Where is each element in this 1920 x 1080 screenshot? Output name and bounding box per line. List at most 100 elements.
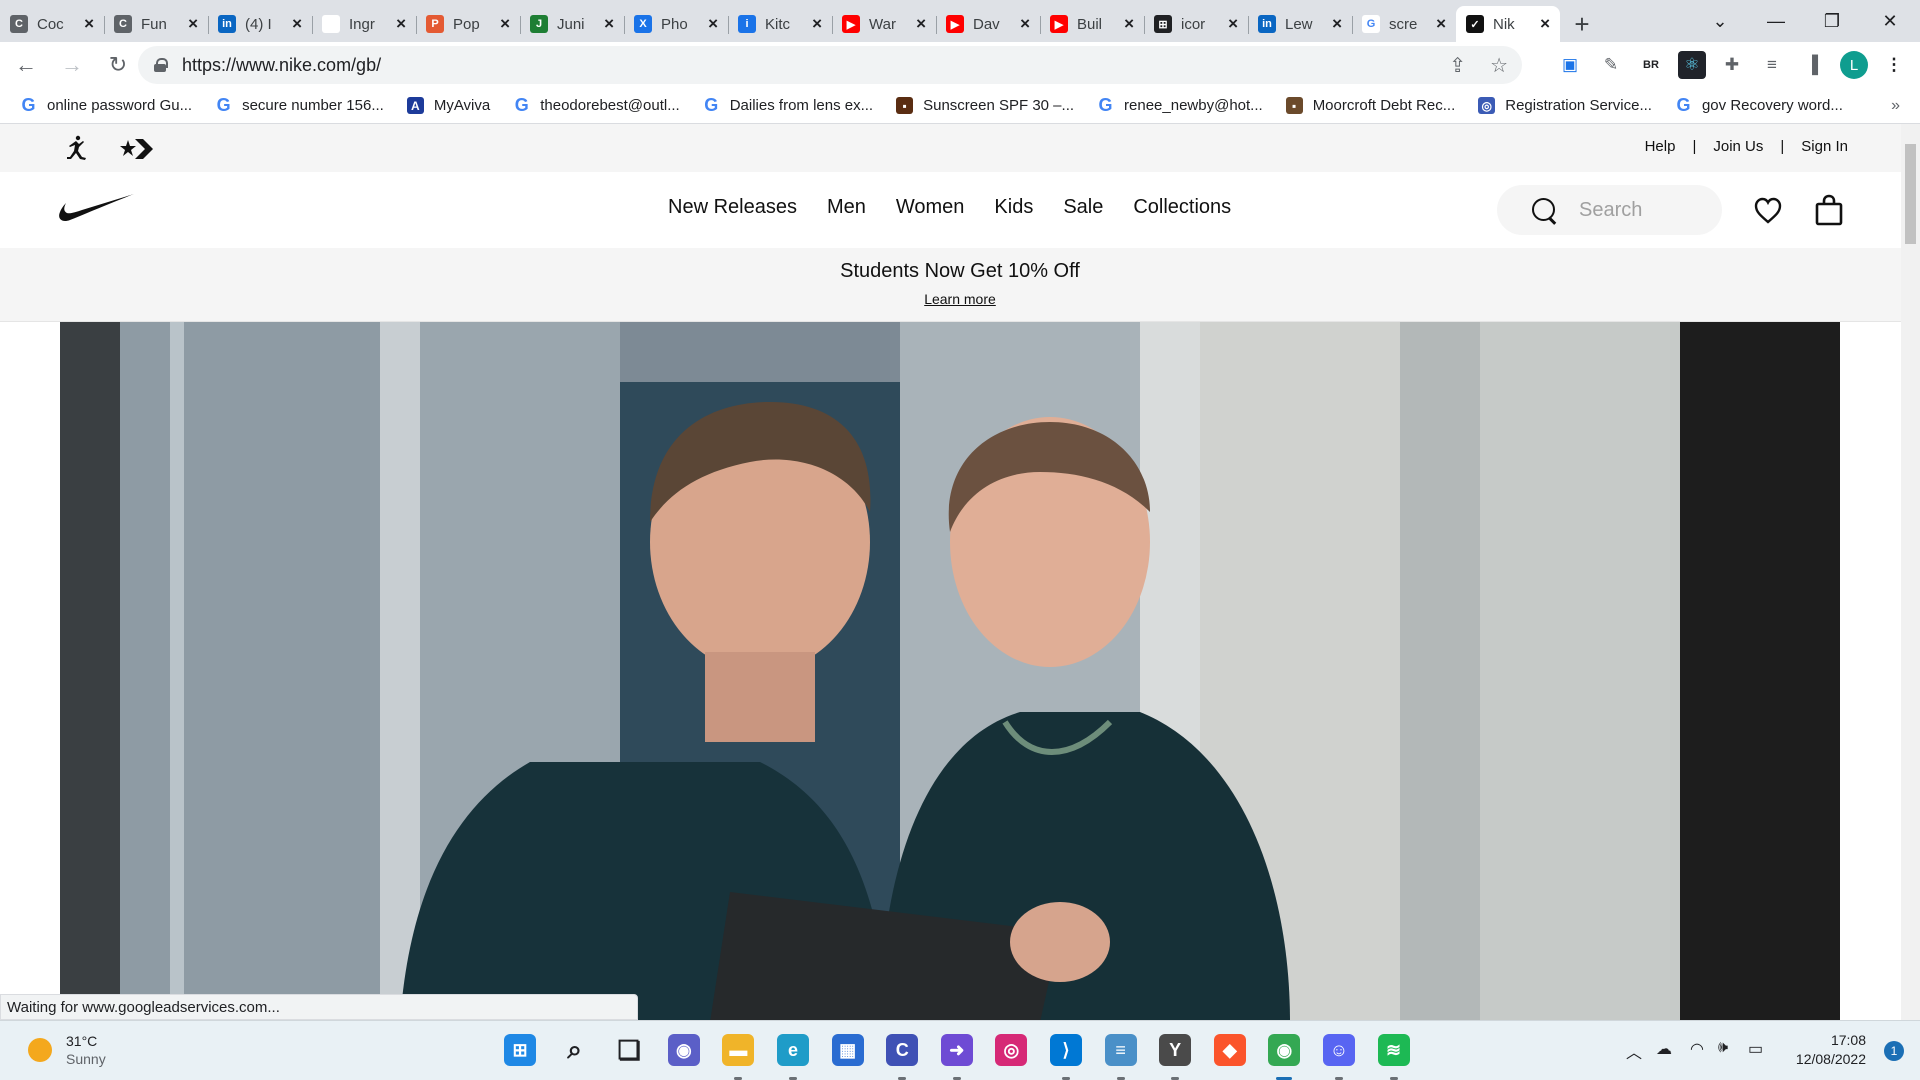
- weather-widget[interactable]: 31°C Sunny: [28, 1032, 106, 1068]
- discord-icon[interactable]: ☺: [1323, 1034, 1355, 1066]
- close-tab-icon[interactable]: ×: [84, 14, 94, 34]
- bookmark-item[interactable]: Ggov Recovery word...: [1675, 95, 1842, 115]
- close-tab-icon[interactable]: ×: [1436, 14, 1446, 34]
- close-tab-icon[interactable]: ×: [1332, 14, 1342, 34]
- store-icon[interactable]: ▦: [831, 1034, 864, 1066]
- bookmark-star-icon[interactable]: ☆: [1490, 53, 1508, 78]
- side-panel-icon[interactable]: ▐: [1798, 51, 1826, 79]
- notepad-icon[interactable]: ≡: [1104, 1034, 1137, 1066]
- close-tab-icon[interactable]: ×: [1540, 14, 1550, 34]
- help-link[interactable]: Help: [1645, 138, 1676, 155]
- bookmark-item[interactable]: ▪ Moorcroft Debt Rec...: [1285, 97, 1455, 114]
- new-tab-button[interactable]: +: [1560, 6, 1604, 42]
- nav-women[interactable]: Women: [896, 196, 965, 219]
- share-icon[interactable]: ⇪: [1449, 53, 1466, 78]
- reading-list-icon[interactable]: ≡: [1758, 51, 1786, 79]
- search-input[interactable]: Search: [1497, 185, 1722, 235]
- bookmark-item[interactable]: G Dailies from lens ex...: [703, 95, 873, 115]
- volume-icon[interactable]: 🕪: [1718, 1039, 1728, 1057]
- browser-tab[interactable]: in Lew ×: [1248, 6, 1352, 42]
- favourites-heart-icon[interactable]: [1753, 196, 1783, 226]
- notification-badge[interactable]: 1: [1884, 1041, 1904, 1061]
- cloud-icon[interactable]: ☁: [1656, 1039, 1672, 1059]
- nike-swoosh-logo[interactable]: [58, 192, 134, 224]
- shopping-bag-icon[interactable]: [1815, 194, 1843, 226]
- extension-file-icon[interactable]: ▣: [1556, 51, 1584, 79]
- tab-search-button[interactable]: ⌄: [1692, 0, 1748, 42]
- bookmarks-overflow-button[interactable]: »: [1891, 97, 1900, 115]
- hero-video[interactable]: [60, 322, 1840, 1020]
- browser-tab[interactable]: C Coc ×: [0, 6, 104, 42]
- app-y-icon[interactable]: Y: [1159, 1034, 1192, 1066]
- file-explorer-icon[interactable]: ▬: [722, 1034, 755, 1066]
- browser-tab[interactable]: P Pop ×: [416, 6, 520, 42]
- browser-tab[interactable]: ⊞ icor ×: [1144, 6, 1248, 42]
- address-bar[interactable]: https://www.nike.com/gb/ ⇪ ☆: [138, 46, 1522, 84]
- browser-tab[interactable]: J Juni ×: [520, 6, 624, 42]
- close-tab-icon[interactable]: ×: [1228, 14, 1238, 34]
- extensions-puzzle-icon[interactable]: ✚: [1718, 51, 1746, 79]
- page-scrollbar[interactable]: [1901, 124, 1920, 1020]
- close-tab-icon[interactable]: ×: [500, 14, 510, 34]
- close-tab-icon[interactable]: ×: [188, 14, 198, 34]
- converse-logo-icon[interactable]: [120, 137, 154, 161]
- browser-tab[interactable]: ▶ Dav ×: [936, 6, 1040, 42]
- chrome-icon[interactable]: ◉: [1268, 1034, 1301, 1066]
- close-tab-icon[interactable]: ×: [604, 14, 614, 34]
- join-us-link[interactable]: Join Us: [1713, 138, 1763, 155]
- forward-button[interactable]: →: [52, 45, 92, 85]
- browser-tab[interactable]: Ingr ×: [312, 6, 416, 42]
- close-tab-icon[interactable]: ×: [292, 14, 302, 34]
- url-text[interactable]: https://www.nike.com/gb/: [182, 55, 381, 76]
- scrollbar-thumb[interactable]: [1905, 144, 1916, 244]
- bookmark-item[interactable]: Gonline password Gu...: [20, 95, 192, 115]
- bookmark-item[interactable]: ▪ Sunscreen SPF 30 –...: [896, 97, 1074, 114]
- brave-icon[interactable]: ◆: [1213, 1034, 1246, 1066]
- close-tab-icon[interactable]: ×: [1020, 14, 1030, 34]
- nav-kids[interactable]: Kids: [994, 196, 1033, 219]
- nav-men[interactable]: Men: [827, 196, 866, 219]
- reload-button[interactable]: ↻: [98, 45, 138, 85]
- sign-in-link[interactable]: Sign In: [1801, 138, 1848, 155]
- back-button[interactable]: ←: [6, 45, 46, 85]
- extension-edit-icon[interactable]: ✎: [1597, 51, 1625, 79]
- bookmark-item[interactable]: Grenee_newby@hot...: [1097, 95, 1263, 115]
- profile-avatar[interactable]: L: [1840, 51, 1868, 79]
- nav-collections[interactable]: Collections: [1133, 196, 1231, 219]
- task-view-icon[interactable]: ❏: [613, 1034, 645, 1066]
- close-tab-icon[interactable]: ×: [396, 14, 406, 34]
- browser-tab[interactable]: ▶ War ×: [832, 6, 936, 42]
- browser-tab[interactable]: in (4) I ×: [208, 6, 312, 42]
- instagram-icon[interactable]: ◎: [995, 1034, 1028, 1066]
- extension-br[interactable]: BR: [1637, 51, 1665, 79]
- system-clock[interactable]: 17:08 12/08/2022: [1796, 1031, 1866, 1069]
- spotify-icon[interactable]: ≋: [1377, 1034, 1410, 1066]
- close-window-button[interactable]: ✕: [1862, 0, 1918, 42]
- close-tab-icon[interactable]: ×: [916, 14, 926, 34]
- nav-new-releases[interactable]: New Releases: [668, 196, 797, 219]
- browser-tab[interactable]: X Pho ×: [624, 6, 728, 42]
- bookmark-item[interactable]: ◎ Registration Service...: [1478, 97, 1652, 114]
- browser-tab[interactable]: i Kitc ×: [728, 6, 832, 42]
- browser-tab[interactable]: ✓ Nik ×: [1456, 6, 1560, 42]
- browser-menu-icon[interactable]: ⋮: [1880, 51, 1908, 79]
- close-tab-icon[interactable]: ×: [812, 14, 822, 34]
- browser-tab[interactable]: ▶ Buil ×: [1040, 6, 1144, 42]
- jordan-logo-icon[interactable]: [64, 135, 88, 161]
- learn-more-link[interactable]: Learn more: [924, 291, 996, 307]
- wifi-icon[interactable]: ◠: [1690, 1039, 1704, 1059]
- vscode-icon[interactable]: ⟩: [1050, 1034, 1082, 1066]
- chevron-up-icon[interactable]: ︿: [1626, 1039, 1642, 1063]
- browser-tab[interactable]: C Fun ×: [104, 6, 208, 42]
- battery-icon[interactable]: ▭: [1748, 1039, 1763, 1059]
- bookmark-item[interactable]: A MyAviva: [406, 97, 490, 114]
- search-icon[interactable]: ⌕: [559, 1034, 591, 1066]
- close-tab-icon[interactable]: ×: [708, 14, 718, 34]
- app-arrow-icon[interactable]: ➜: [940, 1034, 973, 1066]
- edge-icon[interactable]: e: [777, 1034, 809, 1066]
- maximize-button[interactable]: ❐: [1804, 0, 1860, 42]
- nav-sale[interactable]: Sale: [1063, 196, 1103, 219]
- react-devtools-icon[interactable]: ⚛: [1678, 51, 1706, 79]
- close-tab-icon[interactable]: ×: [1124, 14, 1134, 34]
- app-c-icon[interactable]: C: [886, 1034, 919, 1066]
